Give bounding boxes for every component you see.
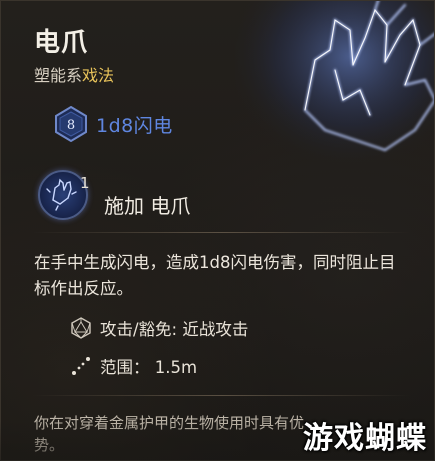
lightning-hand-art bbox=[235, 0, 435, 180]
divider bbox=[32, 232, 411, 233]
spell-subtitle: 塑能系戏法 bbox=[34, 62, 114, 86]
d8-die-icon: 8 bbox=[54, 105, 88, 143]
spell-school: 塑能系 bbox=[34, 66, 83, 85]
spell-description: 在手中生成闪电，造成1d8闪电伤害，同时阻止目标作出反应。 bbox=[34, 253, 396, 298]
range-stat-row: 范围： 1.5m bbox=[70, 354, 197, 378]
spell-title: 电爪 bbox=[34, 28, 89, 58]
d8-die-label: 8 bbox=[67, 118, 75, 133]
attack-stat-text: 攻击/豁免: 近战攻击 bbox=[100, 320, 249, 339]
damage-row: 8 1d8闪电 bbox=[54, 104, 173, 144]
spell-footnote: 你在对穿着金属护甲的生物使用时具有优势。 bbox=[34, 414, 305, 454]
spell-tooltip: 电爪 塑能系戏法 8 1d8闪电 施加 电爪 1 在手中生成闪电，造成1d8闪电… bbox=[0, 0, 435, 461]
divider bbox=[32, 395, 411, 396]
watermark: 游戏蝴蝶 bbox=[303, 421, 427, 456]
d20-icon bbox=[71, 317, 91, 339]
spell-type: 戏法 bbox=[82, 66, 115, 85]
cast-action-label: 施加 电爪 bbox=[104, 193, 191, 218]
cast-action-row[interactable]: 施加 电爪 bbox=[38, 170, 190, 220]
range-stat-text: 范围： 1.5m bbox=[100, 358, 198, 377]
slot-count: 1 bbox=[80, 174, 90, 192]
range-line-icon bbox=[72, 357, 90, 375]
attack-stat-row: 攻击/豁免: 近战攻击 bbox=[70, 316, 248, 340]
damage-text: 1d8闪电 bbox=[96, 114, 173, 137]
